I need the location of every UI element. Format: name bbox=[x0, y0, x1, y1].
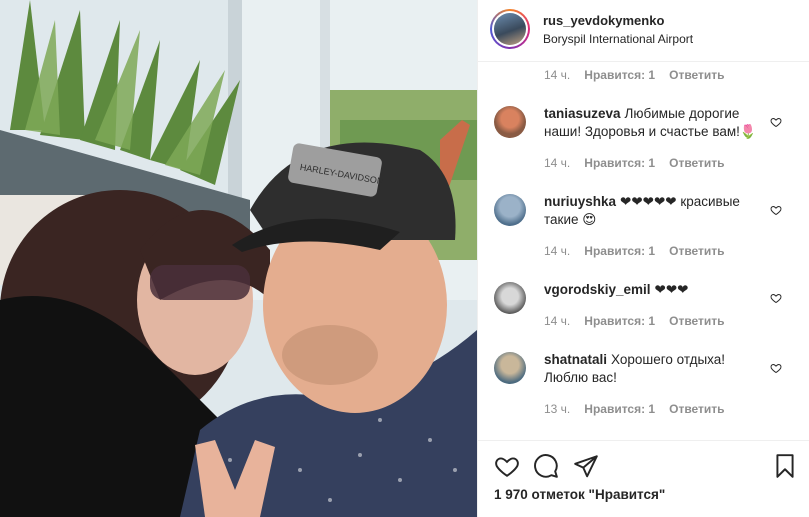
post-side-panel: rus_yevdokymenko Boryspil International … bbox=[477, 0, 809, 517]
post-photo-image: HARLEY-DAVIDSON bbox=[0, 0, 477, 517]
heart-icon[interactable] bbox=[494, 453, 520, 479]
commenter-username[interactable]: vgorodskiy_emil bbox=[544, 282, 651, 297]
post-photo: HARLEY-DAVIDSON bbox=[0, 0, 477, 517]
comment-icon[interactable] bbox=[533, 453, 559, 479]
share-icon[interactable] bbox=[573, 453, 599, 479]
commenter-username[interactable]: shatnatali bbox=[544, 352, 607, 367]
comment-likes[interactable]: Нравится: 1 bbox=[584, 402, 655, 416]
author-avatar[interactable] bbox=[490, 9, 530, 49]
reply-button[interactable]: Ответить bbox=[669, 68, 724, 82]
comment-meta: 14 ч. Нравится: 1 Ответить bbox=[544, 156, 725, 170]
post-actions-bar bbox=[478, 440, 809, 517]
comment-meta: 14 ч. Нравится: 1 Ответить bbox=[544, 314, 725, 328]
commenter-avatar[interactable] bbox=[494, 352, 526, 384]
author-username[interactable]: rus_yevdokymenko bbox=[543, 13, 664, 28]
post-header: rus_yevdokymenko Boryspil International … bbox=[478, 0, 809, 62]
comment-time: 14 ч. bbox=[544, 156, 571, 170]
reply-button[interactable]: Ответить bbox=[669, 156, 724, 170]
comment-likes[interactable]: Нравится: 1 bbox=[584, 244, 655, 258]
comment-meta: 13 ч. Нравится: 1 Ответить bbox=[544, 402, 725, 416]
comment-text: ❤❤❤ bbox=[654, 282, 689, 297]
reply-button[interactable]: Ответить bbox=[669, 402, 724, 416]
comment-likes[interactable]: Нравится: 1 bbox=[584, 68, 655, 82]
bookmark-icon[interactable] bbox=[772, 453, 798, 479]
comment-time: 13 ч. bbox=[544, 402, 571, 416]
comments-list[interactable]: 14 ч. Нравится: 1 Ответить taniasuzeva Лю… bbox=[478, 62, 809, 440]
commenter-avatar[interactable] bbox=[494, 282, 526, 314]
comment-like-heart-icon[interactable] bbox=[770, 362, 782, 374]
comment-meta: 14 ч. Нравится: 1 Ответить bbox=[544, 68, 725, 82]
comment-likes[interactable]: Нравится: 1 bbox=[584, 314, 655, 328]
comment-time: 14 ч. bbox=[544, 314, 571, 328]
likes-count[interactable]: 1 970 отметок "Нравится" bbox=[494, 487, 665, 502]
commenter-avatar[interactable] bbox=[494, 194, 526, 226]
commenter-username[interactable]: taniasuzeva bbox=[544, 106, 621, 121]
reply-button[interactable]: Ответить bbox=[669, 244, 724, 258]
comment-time: 14 ч. bbox=[544, 244, 571, 258]
comment-meta: 14 ч. Нравится: 1 Ответить bbox=[544, 244, 725, 258]
commenter-username[interactable]: nuriuyshka bbox=[544, 194, 616, 209]
commenter-avatar[interactable] bbox=[494, 106, 526, 138]
post-location[interactable]: Boryspil International Airport bbox=[543, 32, 693, 46]
comment-time: 14 ч. bbox=[544, 68, 571, 82]
comment-like-heart-icon[interactable] bbox=[770, 116, 782, 128]
comment-like-heart-icon[interactable] bbox=[770, 204, 782, 216]
reply-button[interactable]: Ответить bbox=[669, 314, 724, 328]
comment-likes[interactable]: Нравится: 1 bbox=[584, 156, 655, 170]
comment-like-heart-icon[interactable] bbox=[770, 292, 782, 304]
author-avatar-image bbox=[494, 13, 526, 45]
